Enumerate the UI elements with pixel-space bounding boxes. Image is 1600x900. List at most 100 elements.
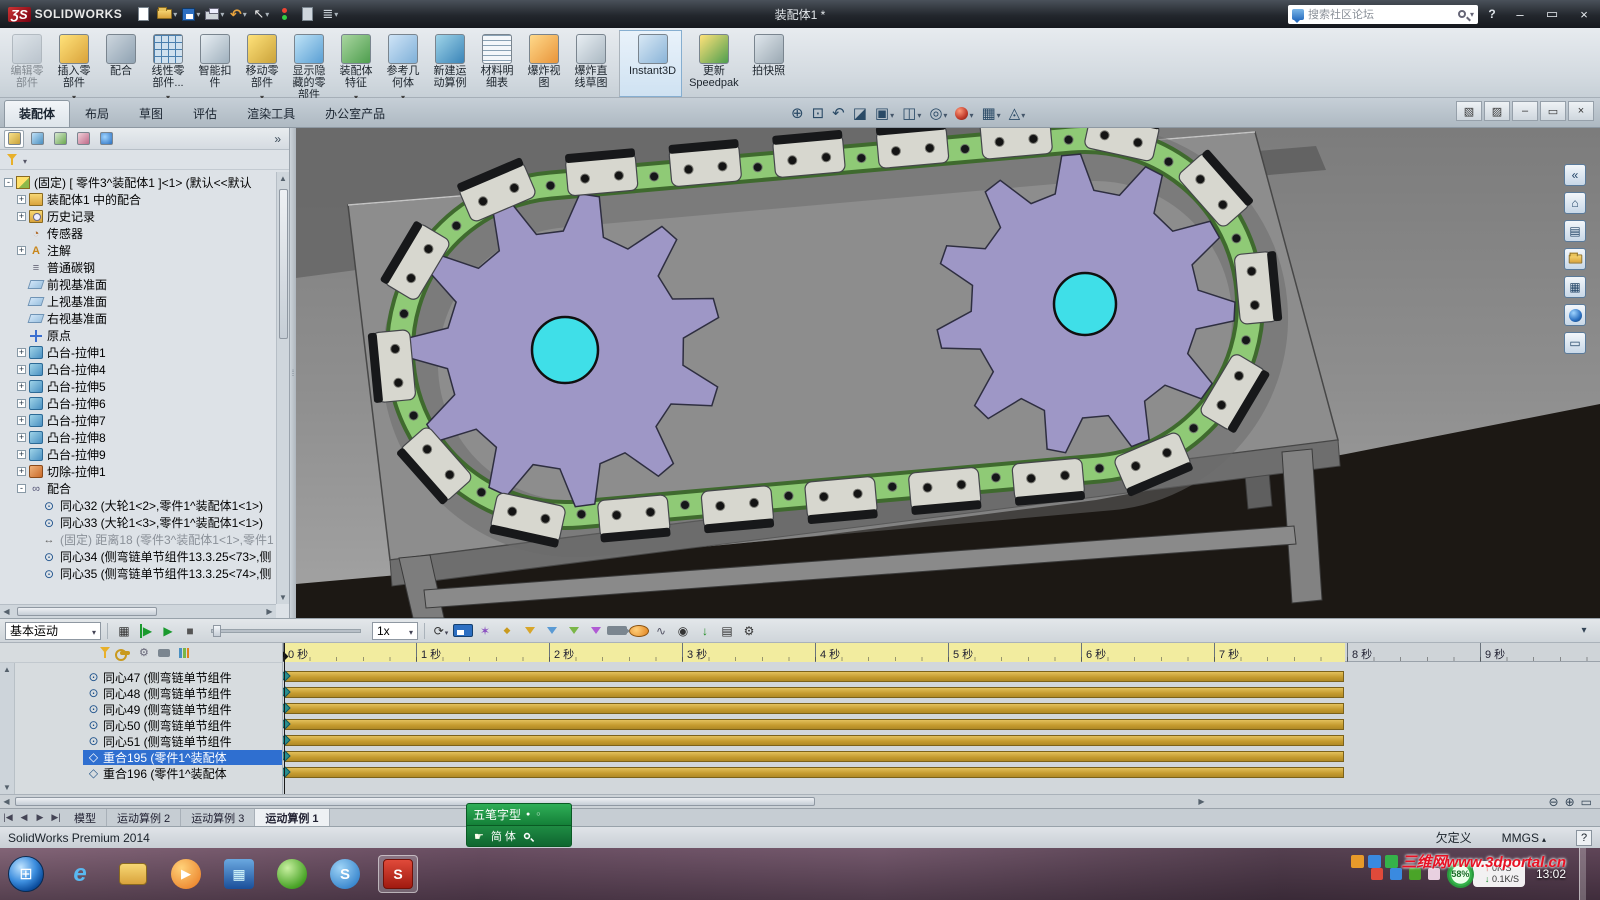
change-bar[interactable] (285, 751, 1344, 762)
browser-360-icon[interactable] (272, 855, 312, 893)
tree-sensors[interactable]: 传感器 (13, 225, 276, 242)
timeline-bar-row[interactable] (283, 749, 1600, 765)
ime-hand-icon[interactable] (474, 830, 484, 843)
change-bar[interactable] (285, 703, 1344, 714)
expand-toggle-icon[interactable] (17, 229, 26, 238)
tree-vertical-scrollbar[interactable]: ▲ ▼ (276, 172, 289, 604)
configurationmanager-tab[interactable] (50, 130, 70, 148)
community-search-input[interactable]: 搜索社区论坛 ▾ (1288, 4, 1478, 24)
auto-key-icon[interactable]: ◆ (497, 621, 517, 641)
graphics-area[interactable]: « ⌂ ▤ ▦ ▭ (296, 128, 1600, 618)
tree-mate-concentric33[interactable]: 同心33 (大轮1<3>,零件1^装配体1<1>) (26, 514, 276, 531)
doc-restore-button[interactable]: ▭ (1540, 101, 1566, 121)
scroll-up-icon[interactable]: ▲ (1, 663, 14, 676)
chain-plate[interactable] (772, 130, 846, 178)
tree-right-plane[interactable]: 右视基准面 (13, 310, 276, 327)
tree-boss-extrude8[interactable]: + 凸台-拉伸8 (13, 429, 276, 446)
linear-component-pattern-button[interactable]: 线性零 部件... (145, 30, 191, 97)
zoom-in-icon[interactable]: ⊕ (1565, 795, 1575, 809)
tab-motion-study-1[interactable]: 运动算例 1 (255, 809, 330, 826)
change-bar[interactable] (285, 687, 1344, 698)
doc-minimize-button[interactable]: – (1512, 101, 1538, 121)
motion-tree-row[interactable]: 重合195 (零件1^装配体 (15, 749, 282, 765)
rebuild-button[interactable] (273, 3, 295, 25)
expand-toggle-icon[interactable]: + (17, 450, 26, 459)
collapse-motionmanager-icon[interactable]: ▾ (1573, 625, 1595, 636)
zoom-fit-icon[interactable]: ▭ (1581, 795, 1592, 809)
expand-toggle-icon[interactable]: + (17, 195, 26, 204)
motion-tree-row[interactable]: 同心51 (侧弯链单节组件 (15, 733, 282, 749)
chain-plate[interactable] (565, 148, 639, 197)
chain-plate[interactable] (668, 139, 742, 187)
filter-driving-icon[interactable] (563, 621, 583, 641)
help-button[interactable]: ? (1482, 4, 1502, 24)
zoom-area-icon[interactable]: ⊡ (809, 101, 828, 125)
filter-results-icon[interactable] (178, 647, 189, 658)
undo-button[interactable]: ↶ ▾ (227, 3, 249, 25)
scroll-left-icon[interactable]: ◀ (0, 795, 13, 808)
expand-toggle-icon[interactable]: + (17, 416, 26, 425)
expand-toggle-icon[interactable] (17, 297, 26, 306)
timeline-area[interactable]: 0 秒1 秒2 秒3 秒4 秒5 秒6 秒7 秒8 秒9 秒 (283, 643, 1600, 794)
tree-history[interactable]: + 历史记录 (13, 208, 276, 225)
tree-boss-extrude6[interactable]: + 凸台-拉伸6 (13, 395, 276, 412)
expand-toggle-icon[interactable]: + (17, 212, 26, 221)
display-style-icon[interactable]: ◫ (899, 101, 924, 125)
playhead-line[interactable] (284, 643, 285, 794)
take-snapshot-button[interactable]: 拍快照 (746, 30, 792, 97)
solidworks-launcher-icon[interactable]: S (325, 855, 365, 893)
tree-cut-extrude1[interactable]: + 切除-拉伸1 (13, 463, 276, 480)
show-hidden-components-button[interactable]: 显示隐 藏的零 部件 (286, 30, 332, 101)
motion-tree-row[interactable]: 同心48 (侧弯链单节组件 (15, 685, 282, 701)
filter-funnel-icon[interactable] (100, 647, 111, 658)
change-bar[interactable] (285, 735, 1344, 746)
edit-appearance-icon[interactable] (952, 101, 976, 125)
playback-mode-icon[interactable]: ⟳ (431, 621, 451, 641)
study-type-select[interactable]: 基本运动 (5, 621, 101, 640)
filter-key-icon[interactable] (115, 648, 130, 661)
change-bar[interactable] (285, 767, 1344, 778)
blue-app-icon[interactable]: ▦ (219, 855, 259, 893)
timeline-bar-row[interactable] (283, 733, 1600, 749)
doc-close-button[interactable]: × (1568, 101, 1594, 121)
filter-none-icon[interactable] (519, 621, 539, 641)
chain-plate[interactable] (875, 128, 950, 169)
timebar-slider[interactable] (211, 624, 361, 637)
tab-nav-arrow[interactable]: ▶ (32, 812, 48, 823)
expand-toggle-icon[interactable] (17, 280, 26, 289)
results-icon[interactable]: ▤ (717, 621, 737, 641)
animation-wizard-icon[interactable]: ✶ (475, 621, 495, 641)
edit-component-button[interactable]: 编辑零 部件 (4, 30, 50, 97)
tree-boss-extrude5[interactable]: + 凸台-拉伸5 (13, 378, 276, 395)
tree-horizontal-scrollbar[interactable]: ◀ ▶ (0, 604, 276, 618)
bill-of-materials-button[interactable]: 材料明 细表 (474, 30, 520, 97)
slider-thumb[interactable] (213, 624, 221, 637)
calculate-icon[interactable]: ▦ (114, 621, 134, 641)
select-button[interactable]: ↖ ▾ (250, 3, 272, 25)
tab-nav-arrow[interactable]: ▶| (48, 812, 64, 823)
zoom-fit-icon[interactable]: ⊕ (788, 101, 807, 125)
open-document-button[interactable]: ▾ (155, 3, 179, 25)
expand-toggle-icon[interactable]: + (17, 365, 26, 374)
tab-sketch[interactable]: 草图 (124, 100, 178, 127)
motion-tree-scrollbar[interactable]: ▲ ▼ (0, 663, 15, 794)
scrollbar-thumb[interactable] (15, 797, 815, 806)
expand-toggle-icon[interactable] (30, 552, 39, 561)
scroll-right-icon[interactable]: ▶ (1195, 795, 1208, 808)
expand-toggle-icon[interactable]: - (17, 484, 26, 493)
ime-tool-bar[interactable]: 简 体 (466, 826, 572, 847)
scroll-down-icon[interactable]: ▼ (1, 781, 14, 794)
tree-boss-extrude1[interactable]: + 凸台-拉伸1 (13, 344, 276, 361)
featuremanager-tab[interactable] (4, 129, 24, 148)
expand-toggle-icon[interactable] (17, 263, 26, 272)
doc-windows-icon[interactable]: ▨ (1484, 101, 1510, 121)
expand-toggle-icon[interactable] (30, 569, 39, 578)
show-desktop-button[interactable] (1579, 848, 1586, 900)
filter-camera-icon[interactable] (157, 648, 170, 657)
media-player-icon[interactable]: ▶ (166, 855, 206, 893)
expand-toggle-icon[interactable] (17, 314, 26, 323)
chain-plate[interactable] (367, 329, 416, 403)
panel-flyout-chevron[interactable]: » (270, 132, 285, 146)
spring-icon[interactable]: ∿ (651, 621, 671, 641)
new-document-button[interactable] (132, 3, 154, 25)
